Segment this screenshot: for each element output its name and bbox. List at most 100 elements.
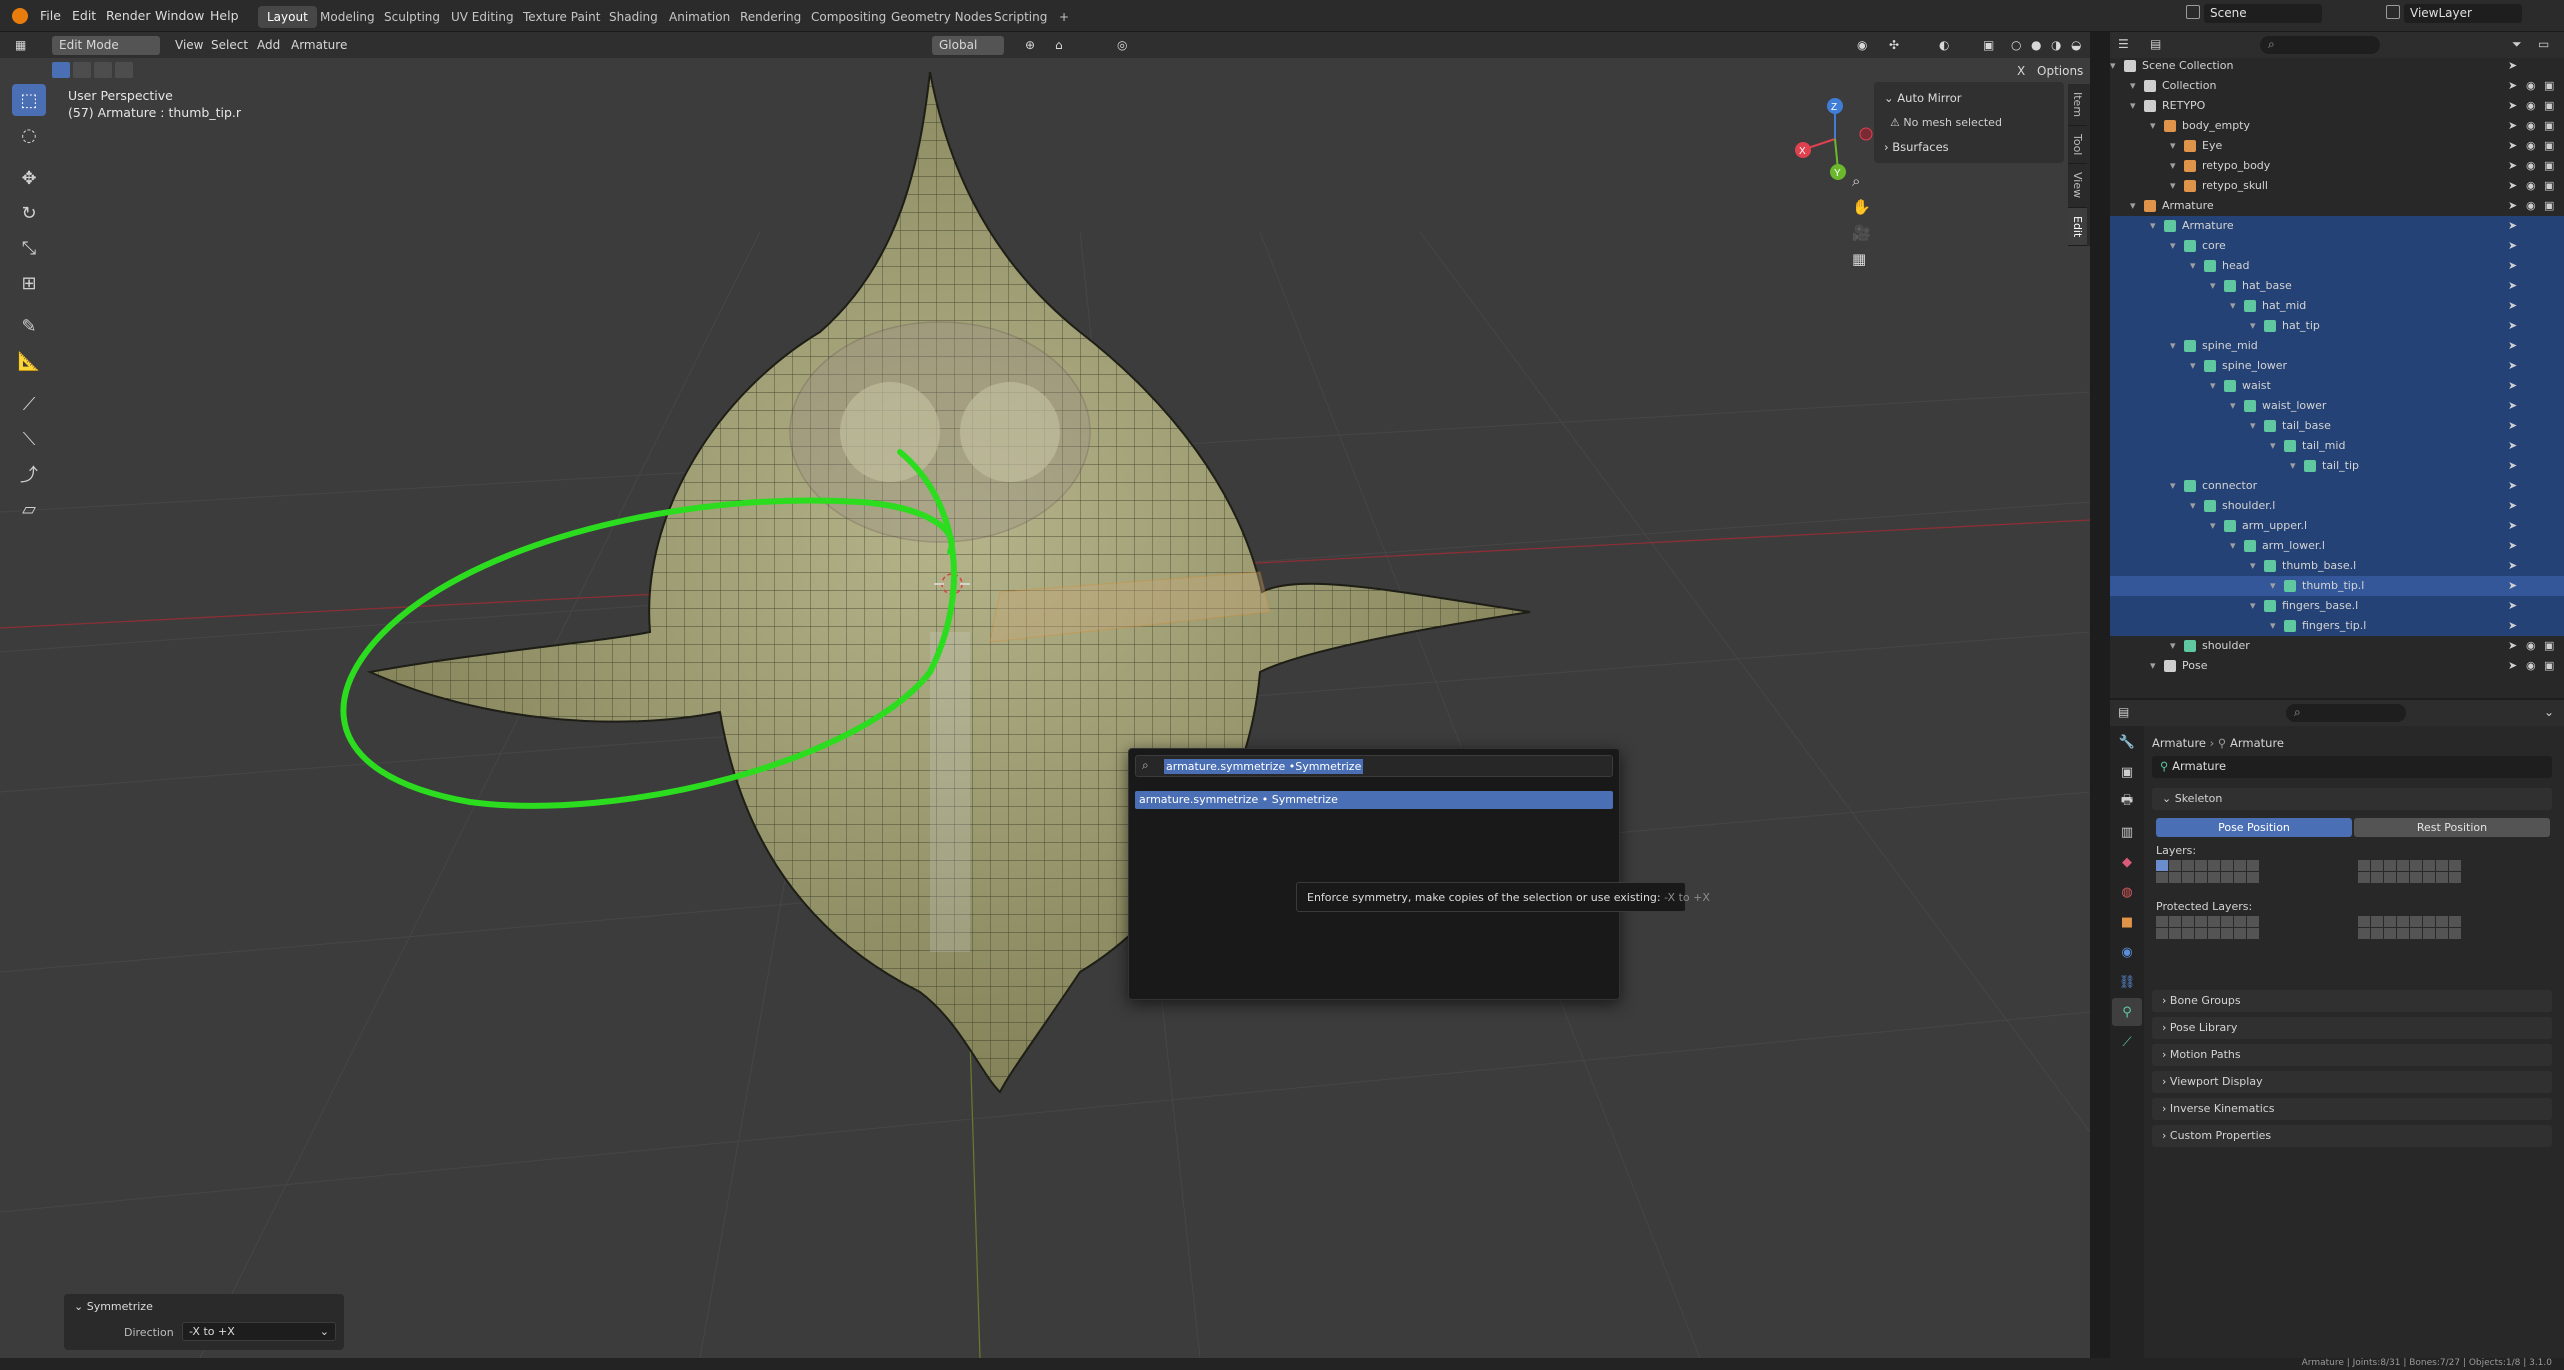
selectable-toggle-icon[interactable]: ➤ — [2508, 559, 2517, 572]
eye-icon[interactable]: ◉ — [2526, 199, 2536, 212]
render-camera-icon[interactable]: ▣ — [2544, 179, 2554, 192]
outliner-row[interactable]: ▾ tail_base ➤ — [2110, 416, 2564, 436]
selectable-toggle-icon[interactable]: ➤ — [2508, 659, 2517, 672]
outliner-row[interactable]: ▾ shoulder ➤ ◉ ▣ — [2110, 636, 2564, 656]
new-collection-icon[interactable]: ▭ — [2538, 37, 2549, 51]
menu-edit[interactable]: Edit — [72, 8, 96, 23]
expand-toggle-icon[interactable]: ▾ — [2150, 219, 2156, 232]
pose-library-panel[interactable]: › Pose Library — [2152, 1017, 2552, 1039]
tab-sculpting[interactable]: Sculpting — [375, 6, 449, 28]
eye-icon[interactable]: ◉ — [2526, 659, 2536, 672]
menu-select[interactable]: Select — [204, 36, 255, 55]
selectable-toggle-icon[interactable]: ➤ — [2508, 259, 2517, 272]
bsurfaces-header[interactable]: › Bsurfaces — [1874, 135, 2064, 159]
selectable-toggle-icon[interactable]: ➤ — [2508, 99, 2517, 112]
outliner-row[interactable]: ▾ waist ➤ — [2110, 376, 2564, 396]
redo-panel-title[interactable]: ⌄ Symmetrize — [74, 1300, 153, 1313]
selectable-toggle-icon[interactable]: ➤ — [2508, 639, 2517, 652]
select-new-icon[interactable] — [52, 62, 70, 78]
expand-toggle-icon[interactable]: ▾ — [2170, 479, 2176, 492]
selectable-toggle-icon[interactable]: ➤ — [2508, 459, 2517, 472]
tab-uv-editing[interactable]: UV Editing — [442, 6, 523, 28]
menu-add[interactable]: Add — [250, 36, 287, 55]
selectable-toggle-icon[interactable]: ➤ — [2508, 419, 2517, 432]
close-button[interactable]: X — [2010, 62, 2032, 81]
eye-icon[interactable]: ◉ — [2526, 179, 2536, 192]
auto-mirror-header[interactable]: ⌄ Auto Mirror — [1874, 86, 2064, 110]
outliner-row[interactable]: ▾ body_empty ➤ ◉ ▣ — [2110, 116, 2564, 136]
gizmo-toggle-icon[interactable]: ✣ — [1882, 36, 1906, 55]
overlay-toggle-icon[interactable]: ◐ — [1932, 36, 1956, 55]
proportional-edit-icon[interactable]: ◎ — [1110, 36, 1134, 55]
bone-envelope-icon[interactable]: ▱ — [12, 493, 46, 525]
filter-icon[interactable]: ⏷ — [2512, 37, 2522, 52]
expand-toggle-icon[interactable]: ▾ — [2170, 159, 2176, 172]
menu-render[interactable]: Render — [106, 8, 151, 23]
search-result-item[interactable]: armature.symmetrize • Symmetrize — [1135, 791, 1613, 809]
blender-logo-icon[interactable] — [12, 8, 28, 24]
expand-toggle-icon[interactable]: ▾ — [2270, 439, 2276, 452]
outliner-row[interactable]: ▾ spine_lower ➤ — [2110, 356, 2564, 376]
outliner-row[interactable]: ▾ fingers_tip.l ➤ — [2110, 616, 2564, 636]
expand-toggle-icon[interactable]: ▾ — [2170, 139, 2176, 152]
selectable-toggle-icon[interactable]: ➤ — [2508, 599, 2517, 612]
render-camera-icon[interactable]: ▣ — [2544, 139, 2554, 152]
tab-item[interactable]: Item — [2068, 84, 2087, 127]
render-camera-icon[interactable]: ▣ — [2544, 199, 2554, 212]
expand-toggle-icon[interactable]: ▾ — [2250, 419, 2256, 432]
outliner-row[interactable]: ▾ hat_mid ➤ — [2110, 296, 2564, 316]
shading-rendered-icon[interactable]: ◒ — [2064, 36, 2088, 55]
extrude-icon[interactable]: ⤴ — [12, 458, 46, 490]
expand-toggle-icon[interactable]: ▾ — [2110, 59, 2116, 72]
camera-icon[interactable]: 🎥 — [1852, 224, 1876, 242]
expand-toggle-icon[interactable]: ▾ — [2270, 619, 2276, 632]
eye-icon[interactable]: ◉ — [2526, 139, 2536, 152]
tab-layout[interactable]: Layout — [258, 6, 317, 28]
view-layer-selector[interactable]: ViewLayer — [2404, 4, 2522, 23]
outliner-row[interactable]: ▾ Scene Collection ➤ — [2110, 56, 2564, 76]
outliner-row[interactable]: ▾ thumb_base.l ➤ — [2110, 556, 2564, 576]
tab-tool[interactable]: Tool — [2068, 126, 2087, 165]
outliner-row[interactable]: ▾ spine_mid ➤ — [2110, 336, 2564, 356]
expand-toggle-icon[interactable]: ▾ — [2210, 279, 2216, 292]
pivot-icon[interactable]: ⊕ — [1018, 36, 1042, 55]
tab-geometry-nodes[interactable]: Geometry Nodes — [882, 6, 1001, 28]
render-camera-icon[interactable]: ▣ — [2544, 159, 2554, 172]
pan-hand-icon[interactable]: ✋ — [1852, 198, 1876, 216]
tool-tab-icon[interactable]: 🔧 — [2112, 728, 2142, 756]
eye-icon[interactable]: ◉ — [2526, 99, 2536, 112]
expand-toggle-icon[interactable]: ▾ — [2190, 259, 2196, 272]
select-extend-icon[interactable] — [73, 62, 91, 78]
selectable-toggle-icon[interactable]: ➤ — [2508, 139, 2517, 152]
expand-toggle-icon[interactable]: ▾ — [2250, 319, 2256, 332]
render-camera-icon[interactable]: ▣ — [2544, 79, 2554, 92]
scene-tab-icon[interactable]: ◆ — [2112, 848, 2142, 876]
3d-viewport[interactable]: ▦ Edit Mode View Select Add Armature Glo… — [0, 32, 2090, 1358]
tab-texture-paint[interactable]: Texture Paint — [514, 6, 609, 28]
rotate-icon[interactable]: ↻ — [12, 197, 46, 229]
viewport-display-panel[interactable]: › Viewport Display — [2152, 1071, 2552, 1093]
menu-help[interactable]: Help — [210, 8, 239, 23]
bone-size-icon[interactable]: ⟍ — [12, 423, 46, 455]
bone-tab-icon[interactable]: ⟋ — [2112, 1028, 2142, 1056]
breadcrumb-object[interactable]: Armature — [2152, 736, 2206, 750]
output-tab-icon[interactable]: 🖶 — [2112, 788, 2142, 816]
selectable-toggle-icon[interactable]: ➤ — [2508, 279, 2517, 292]
expand-toggle-icon[interactable]: ▾ — [2150, 659, 2156, 672]
selectable-toggle-icon[interactable]: ➤ — [2508, 479, 2517, 492]
expand-toggle-icon[interactable]: ▾ — [2270, 579, 2276, 592]
outliner-row[interactable]: ▾ RETYPO ➤ ◉ ▣ — [2110, 96, 2564, 116]
physics-tab-icon[interactable]: ◉ — [2112, 938, 2142, 966]
eye-icon[interactable]: ◉ — [2526, 79, 2536, 92]
outliner-row[interactable]: ▾ arm_upper.l ➤ — [2110, 516, 2564, 536]
outliner-row[interactable]: ▾ thumb_tip.l ➤ — [2110, 576, 2564, 596]
menu-armature[interactable]: Armature — [284, 36, 354, 55]
skeleton-panel-header[interactable]: ⌄ Skeleton — [2152, 788, 2552, 810]
selectable-toggle-icon[interactable]: ➤ — [2508, 379, 2517, 392]
armature-data-tab-icon[interactable]: ⚲ — [2112, 998, 2142, 1026]
inverse-kinematics-panel[interactable]: › Inverse Kinematics — [2152, 1098, 2552, 1120]
outliner-row[interactable]: ▾ fingers_base.l ➤ — [2110, 596, 2564, 616]
object-tab-icon[interactable]: ■ — [2112, 908, 2142, 936]
outliner-row[interactable]: ▾ Pose ➤ ◉ ▣ — [2110, 656, 2564, 676]
selectable-toggle-icon[interactable]: ➤ — [2508, 339, 2517, 352]
